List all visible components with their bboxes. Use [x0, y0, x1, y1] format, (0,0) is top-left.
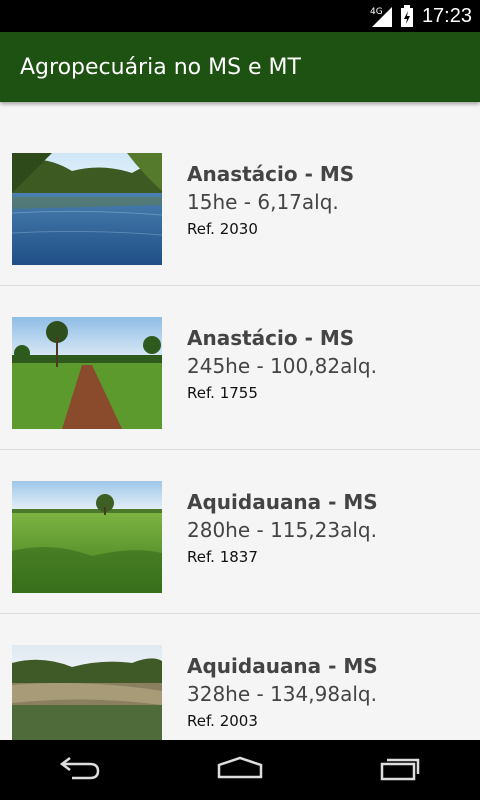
grass-field-thumbnail — [12, 481, 162, 593]
listing-text: Aquidauana - MS 328he - 134,98alq. Ref. … — [187, 653, 378, 733]
listing-list: Anastácio - MS 15he - 6,17alq. Ref. 2030 — [0, 122, 480, 740]
app-title: Agropecuária no MS e MT — [20, 54, 301, 80]
recents-button[interactable] — [350, 740, 450, 800]
app-bar: Agropecuária no MS e MT — [0, 32, 480, 102]
home-icon — [216, 755, 264, 785]
listing-title: Aquidauana - MS — [187, 654, 378, 678]
listing-area: 280he - 115,23alq. — [187, 518, 377, 542]
recents-icon — [378, 755, 422, 785]
status-bar: 4G 17:23 — [0, 0, 480, 32]
listing-title: Aquidauana - MS — [187, 490, 378, 514]
listing-area: 328he - 134,98alq. — [187, 682, 377, 706]
listing-area: 15he - 6,17alq. — [187, 190, 339, 214]
dirt-road-pasture-thumbnail — [12, 317, 162, 429]
navigation-bar — [0, 740, 480, 800]
back-icon — [58, 755, 102, 785]
list-item[interactable]: Aquidauana - MS 280he - 115,23alq. Ref. … — [0, 450, 480, 614]
listing-title: Anastácio - MS — [187, 326, 355, 350]
list-item[interactable]: Anastácio - MS 15he - 6,17alq. Ref. 2030 — [0, 122, 480, 286]
back-button[interactable] — [30, 740, 130, 800]
listing-text: Anastácio - MS 15he - 6,17alq. Ref. 2030 — [187, 161, 354, 241]
home-button[interactable] — [190, 740, 290, 800]
list-item[interactable]: Anastácio - MS 245he - 100,82alq. Ref. 1… — [0, 286, 480, 450]
listing-scroll-area[interactable]: Anastácio - MS 15he - 6,17alq. Ref. 2030 — [0, 102, 480, 740]
listing-area: 245he - 100,82alq. — [187, 354, 377, 378]
clock: 17:23 — [421, 4, 472, 27]
listing-title: Anastácio - MS — [187, 162, 355, 186]
listing-ref: Ref. 2030 — [187, 220, 258, 238]
river-lake-thumbnail — [12, 153, 162, 265]
signal-icon: 4G — [370, 5, 392, 27]
listing-ref: Ref. 2003 — [187, 712, 258, 730]
river-bank-thumbnail — [12, 645, 162, 740]
listing-text: Anastácio - MS 245he - 100,82alq. Ref. 1… — [187, 325, 377, 405]
listing-ref: Ref. 1755 — [187, 384, 258, 402]
list-item[interactable]: Aquidauana - MS 328he - 134,98alq. Ref. … — [0, 614, 480, 740]
listing-text: Aquidauana - MS 280he - 115,23alq. Ref. … — [187, 489, 378, 569]
svg-text:4G: 4G — [370, 7, 383, 17]
listing-ref: Ref. 1837 — [187, 548, 258, 566]
battery-icon — [400, 5, 414, 27]
